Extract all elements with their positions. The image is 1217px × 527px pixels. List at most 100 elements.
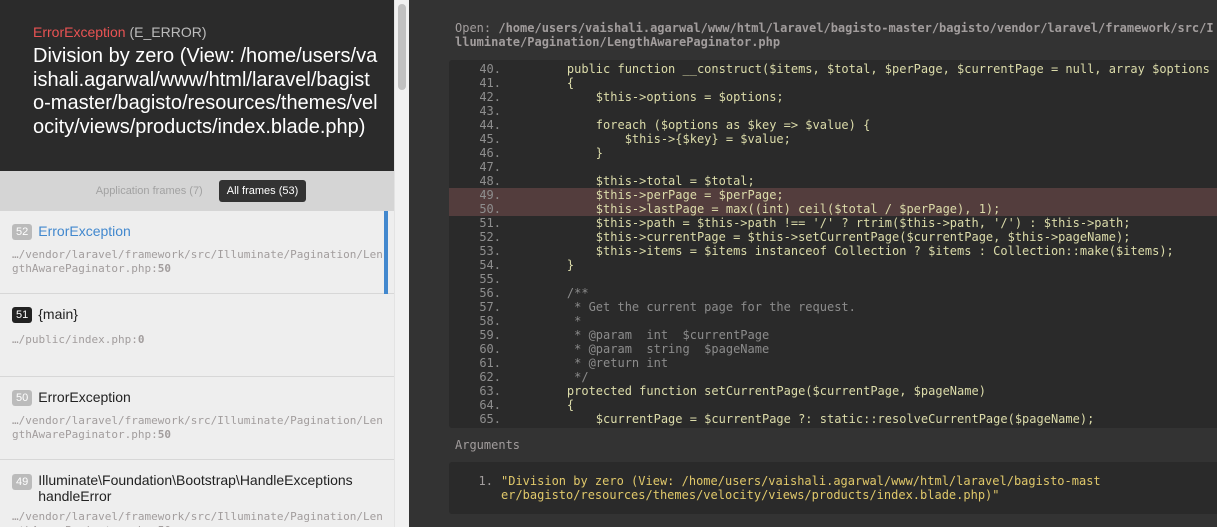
line-content xyxy=(509,104,538,118)
line-content: public function __construct($items, $tot… xyxy=(538,62,1217,76)
frame-item[interactable]: 49 Illuminate\Foundation\Bootstrap\Handl… xyxy=(0,460,394,527)
line-content: $this->options = $options; xyxy=(538,90,784,104)
line-number: 48. xyxy=(479,174,501,188)
line-number: 40. xyxy=(479,62,501,76)
code-line: 64. { xyxy=(449,398,1217,412)
line-content: foreach ($options as $key => $value) { xyxy=(538,118,871,132)
argument-number: 1. xyxy=(478,474,493,488)
code-line: 50. $this->lastPage = max((int) ceil($to… xyxy=(449,202,1217,216)
line-content: * @return int xyxy=(538,356,669,370)
line-number: 41. xyxy=(479,76,501,90)
frame-heading: 51 {main} xyxy=(12,306,384,323)
code-line: 46. } xyxy=(449,146,1217,160)
frame-item[interactable]: 52 ErrorException …/vendor/laravel/frame… xyxy=(0,211,394,294)
frame-item[interactable]: 51 {main} …/public/index.php:0 xyxy=(0,294,394,377)
exception-message: Division by zero (View: /home/users/vais… xyxy=(33,45,378,138)
exception-code: (E_ERROR) xyxy=(129,24,207,40)
line-number: 61. xyxy=(479,356,501,370)
line-number: 52. xyxy=(479,230,501,244)
line-number: 50. xyxy=(479,202,501,216)
exception-class: ErrorException xyxy=(33,24,126,40)
frame-item[interactable]: 50 ErrorException …/vendor/laravel/frame… xyxy=(0,377,394,460)
code-line: 62. */ xyxy=(449,370,1217,384)
argument-value: "Division by zero (View: /home/users/vai… xyxy=(501,474,1101,502)
line-content: * @param string $pageName xyxy=(538,342,770,356)
code-line: 59. * @param int $currentPage xyxy=(449,328,1217,342)
frames-scrollbar[interactable] xyxy=(394,0,409,527)
frame-class: {main} xyxy=(38,306,78,322)
line-number: 64. xyxy=(479,398,501,412)
code-line: 63. protected function setCurrentPage($c… xyxy=(449,384,1217,398)
file-path-text: /home/users/vaishali.agarwal/www/html/la… xyxy=(455,21,1214,49)
application-frames-filter[interactable]: Application frames (7) xyxy=(88,181,211,201)
line-content: /** xyxy=(538,286,589,300)
frame-file-path: …/vendor/laravel/framework/src/Illuminat… xyxy=(12,248,383,275)
code-line: 51. $this->path = $this->path !== '/' ? … xyxy=(449,216,1217,230)
line-content: $this->total = $total; xyxy=(538,174,755,188)
details-panel: Open: /home/users/vaishali.agarwal/www/h… xyxy=(409,0,1217,527)
line-number: 53. xyxy=(479,244,501,258)
line-number: 43. xyxy=(479,104,501,118)
line-content xyxy=(509,160,538,174)
frame-file: …/vendor/laravel/framework/src/Illuminat… xyxy=(12,414,383,441)
frame-filters: Application frames (7) All frames (53) xyxy=(0,171,394,211)
code-line: 57. * Get the current page for the reque… xyxy=(449,300,1217,314)
frame-index: 49 xyxy=(12,474,33,490)
line-number: 45. xyxy=(479,132,501,146)
code-line: 65. $currentPage = $currentPage ?: stati… xyxy=(449,412,1217,426)
line-content: $this->path = $this->path !== '/' ? rtri… xyxy=(538,216,1131,230)
scrollbar-thumb[interactable] xyxy=(398,4,406,90)
line-content: $currentPage = $currentPage ?: static::r… xyxy=(538,412,1095,426)
code-line: 52. $this->currentPage = $this->setCurre… xyxy=(449,230,1217,244)
frame-line-number: 0 xyxy=(137,333,145,346)
line-content: { xyxy=(538,398,575,412)
line-number: 60. xyxy=(479,342,501,356)
line-number: 56. xyxy=(479,286,501,300)
frame-file: …/public/index.php:0 xyxy=(12,333,145,346)
code-line: 53. $this->items = $items instanceof Col… xyxy=(449,244,1217,258)
frame-heading: 50 ErrorException xyxy=(12,389,384,406)
frame-file-path: …/vendor/laravel/framework/src/Illuminat… xyxy=(12,414,383,441)
line-number: 65. xyxy=(479,412,501,426)
code-line: 45. $this->{$key} = $value; xyxy=(449,132,1217,146)
frame-class: Illuminate\Foundation\Bootstrap\HandleEx… xyxy=(38,472,353,504)
line-content: { xyxy=(538,76,575,90)
frame-line-number: 50 xyxy=(157,428,171,441)
frame-file: …/vendor/laravel/framework/src/Illuminat… xyxy=(12,510,384,527)
line-number: 54. xyxy=(479,258,501,272)
code-line: 49. $this->perPage = $perPage; xyxy=(449,188,1217,202)
line-content: * @param int $currentPage xyxy=(538,328,770,342)
frame-index: 51 xyxy=(12,306,33,323)
code-line: 60. * @param string $pageName xyxy=(449,342,1217,356)
line-content xyxy=(509,272,538,286)
code-line: 42. $this->options = $options; xyxy=(449,90,1217,104)
frames-list: 52 ErrorException …/vendor/laravel/frame… xyxy=(0,211,394,527)
open-label: Open: xyxy=(455,21,492,35)
frame-class: ErrorException xyxy=(38,223,131,239)
frame-file-path: …/vendor/laravel/framework/src/Illuminat… xyxy=(12,510,383,527)
line-number: 58. xyxy=(479,314,501,328)
frame-index: 50 xyxy=(12,389,33,406)
line-number: 63. xyxy=(479,384,501,398)
line-content: $this->items = $items instanceof Collect… xyxy=(538,244,1174,258)
frame-heading: 49 Illuminate\Foundation\Bootstrap\Handl… xyxy=(12,472,384,504)
code-line: 40. public function __construct($items, … xyxy=(449,62,1217,76)
line-number: 62. xyxy=(479,370,501,384)
line-number: 49. xyxy=(479,188,501,202)
frame-heading: 52 ErrorException xyxy=(12,223,384,240)
line-content: } xyxy=(538,258,575,272)
exception-title: ErrorException (E_ERROR) xyxy=(33,23,378,41)
line-number: 46. xyxy=(479,146,501,160)
open-file-path[interactable]: Open: /home/users/vaishali.agarwal/www/h… xyxy=(455,21,1215,49)
arguments-list: 1. "Division by zero (View: /home/users/… xyxy=(449,462,1217,514)
frame-class: ErrorException xyxy=(38,389,131,405)
code-line: 44. foreach ($options as $key => $value)… xyxy=(449,118,1217,132)
code-line: 55. xyxy=(449,272,1217,286)
all-frames-filter[interactable]: All frames (53) xyxy=(218,180,307,202)
line-content: $this->lastPage = max((int) ceil($total … xyxy=(538,202,1001,216)
line-number: 57. xyxy=(479,300,501,314)
line-number: 42. xyxy=(479,90,501,104)
arguments-label: Arguments xyxy=(455,438,521,452)
stack-panel: ErrorException (E_ERROR) Division by zer… xyxy=(0,0,394,527)
line-number: 51. xyxy=(479,216,501,230)
